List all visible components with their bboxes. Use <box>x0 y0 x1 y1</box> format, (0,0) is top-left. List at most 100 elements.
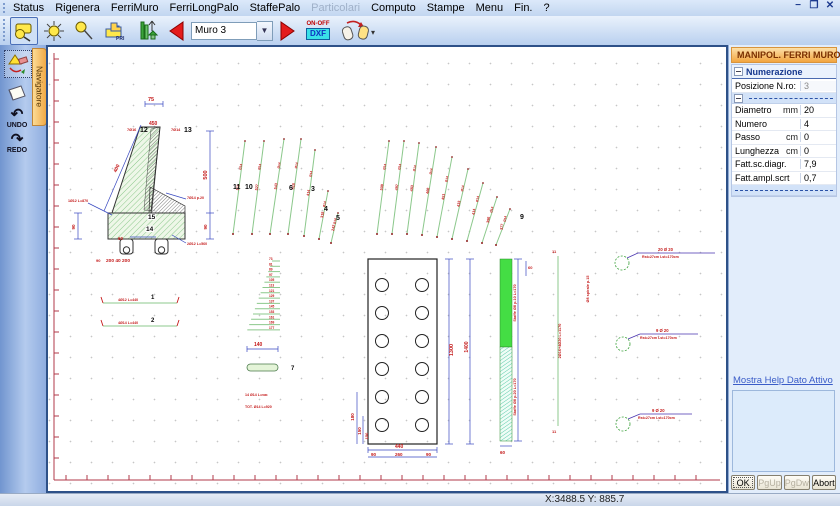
property-label: Numero <box>732 119 767 129</box>
property-value[interactable]: 0 <box>800 132 836 142</box>
wall-section: 75 450 12 7Ø16 13 7Ø14 400 500 90 90 60 … <box>68 97 214 264</box>
next-wall-button[interactable] <box>277 18 299 44</box>
previous-wall-button[interactable] <box>165 18 187 44</box>
wall-selector-input[interactable] <box>191 22 257 40</box>
svg-text:▾: ▾ <box>371 28 375 37</box>
menu-item-menu[interactable]: Menu <box>476 2 504 14</box>
minimize-button[interactable]: − <box>792 0 804 11</box>
bar-end-mark <box>451 238 453 240</box>
pile-circle <box>376 363 389 376</box>
wall-selector: ▼ <box>191 22 273 40</box>
menu-item-staffepalo[interactable]: StaffePalo <box>250 2 301 14</box>
bar-number-1: 1 <box>151 295 155 301</box>
undo-button[interactable]: ↶ UNDO <box>3 108 31 129</box>
menu-item-ferrimuro[interactable]: FerriMuro <box>111 2 159 14</box>
property-row: Lunghezzacm0 <box>732 145 836 159</box>
ok-button[interactable]: OK <box>731 475 755 490</box>
pile-circle <box>376 307 389 320</box>
redo-button[interactable]: ↷ REDO <box>3 133 31 154</box>
fan-bar-diam: Ø14 <box>429 168 434 175</box>
close-button[interactable]: ✕ <box>824 0 836 11</box>
menu-item-fin[interactable]: Fin. <box>514 2 532 14</box>
ann-13: 7Ø14 <box>171 128 181 132</box>
property-value[interactable]: 7,9 <box>800 159 836 169</box>
stair-bar-length: 153 <box>269 310 275 314</box>
menubar-grip[interactable] <box>2 2 6 14</box>
property-value[interactable]: 4 <box>800 119 836 129</box>
fan-bar-diam: Ø14 <box>503 215 508 222</box>
property-label: Diametro <box>732 105 772 115</box>
pile-circle <box>416 419 429 432</box>
drawing-canvas[interactable]: 75 450 12 7Ø16 13 7Ø14 400 500 90 90 60 … <box>46 45 728 493</box>
zoom-extents-button[interactable] <box>40 17 68 45</box>
pile-circle <box>416 279 429 292</box>
pile-circle <box>416 307 429 320</box>
menu-item-?[interactable]: ? <box>544 2 550 14</box>
fan-bar-diam: Ø14 <box>257 163 262 170</box>
bar-number-6: 6 <box>289 185 293 192</box>
collapse-icon[interactable] <box>734 94 743 103</box>
dim-440: 440 <box>395 444 404 450</box>
restore-button[interactable]: ❐ <box>808 0 820 11</box>
property-unit: mm <box>783 105 800 115</box>
scale-bars-button[interactable] <box>134 17 162 45</box>
bar-fan-group: 511Ø14527Ø14543Ø14518Ø14414Ø14318Ø14242Ø… <box>232 138 511 246</box>
cursor-coordinates: X:3488.5 Y: 885.7 <box>545 494 624 506</box>
fan-bar-diam: Ø14 <box>475 196 480 203</box>
show-help-link[interactable]: Mostra Help Dato Attivo <box>733 375 833 386</box>
fan-bar-label: 509 <box>379 184 384 191</box>
dim-90-right: 90 <box>203 224 208 230</box>
straight-bars: 1 4Ø12 L=440 2 4Ø14 L=440 <box>101 295 179 326</box>
stair-bar-length: 169 <box>269 321 275 325</box>
property-label: Passo <box>732 132 760 142</box>
section-label: Numerazione <box>746 67 803 77</box>
separator-line <box>749 98 833 99</box>
fan-bar-label: 527 <box>254 184 259 191</box>
pile-circle <box>376 335 389 348</box>
menu-item-rigenera[interactable]: Rigenera <box>55 2 100 14</box>
property-panel: MANIPOL. FERRI MURO 3 Numerazione Posizi… <box>728 45 840 493</box>
position-value: 3 <box>800 81 836 91</box>
mouse-settings-button[interactable]: ▾ <box>336 17 380 45</box>
bar-end-mark <box>466 240 468 242</box>
dxf-onoff-label: ON-OFF <box>307 21 330 28</box>
menu-item-computo[interactable]: Computo <box>371 2 416 14</box>
sheet-tool-button[interactable] <box>3 82 31 104</box>
bar-end-mark <box>303 235 305 237</box>
collapse-icon[interactable] <box>734 67 743 76</box>
undo-icon: ↶ <box>11 108 24 122</box>
drawing-svg: 75 450 12 7Ø16 13 7Ø14 400 500 90 90 60 … <box>48 47 726 491</box>
fan-bar-label: 468 <box>425 187 430 194</box>
navigator-tab[interactable]: Navigatore <box>32 48 47 126</box>
callout-3-detail: Rst=27cm Lst=170cm <box>638 416 675 420</box>
panel-header[interactable]: MANIPOL. FERRI MURO 3 <box>731 47 837 63</box>
chevron-down-icon[interactable]: ▼ <box>257 21 273 41</box>
help-box <box>732 390 835 472</box>
property-value[interactable]: 20 <box>800 105 836 115</box>
zoom-window-button[interactable] <box>10 17 38 45</box>
property-value[interactable]: 0,7 <box>800 173 836 183</box>
bar-end-mark <box>314 149 316 151</box>
toolbar-grip[interactable] <box>2 18 6 43</box>
callout-1-count: 20 Ø 20 <box>658 247 674 252</box>
fan-bar-diam: Ø14 <box>412 165 417 172</box>
fan-bar-label: 451 <box>441 193 446 200</box>
property-value[interactable]: 0 <box>800 146 836 156</box>
stair-bar-length: 81 <box>269 262 273 266</box>
bar-number-13: 13 <box>184 127 192 134</box>
bar-number-14: 14 <box>146 226 154 233</box>
print-layout-button[interactable]: PRI <box>100 17 132 45</box>
abort-button[interactable]: Abort <box>812 475 836 490</box>
fan-bar-diam: Ø14 <box>277 162 282 169</box>
zoom-dynamic-button[interactable] <box>70 17 98 45</box>
dxf-toggle-button[interactable]: ON-OFF DXF <box>302 17 334 45</box>
manipulate-tool-button[interactable] <box>4 50 32 78</box>
bar-end-mark <box>330 242 332 244</box>
menu-item-stampe[interactable]: Stampe <box>427 2 465 14</box>
stair-bar-length: 73 <box>269 257 273 261</box>
section-numerazione[interactable]: Numerazione <box>732 65 836 79</box>
menu-item-status[interactable]: Status <box>13 2 44 14</box>
menu-item-ferrilongpalo[interactable]: FerriLongPalo <box>170 2 239 14</box>
tool-sidebar: ↶ UNDO ↷ REDO Navigatore <box>0 45 46 493</box>
dim-140: 140 <box>254 342 263 348</box>
